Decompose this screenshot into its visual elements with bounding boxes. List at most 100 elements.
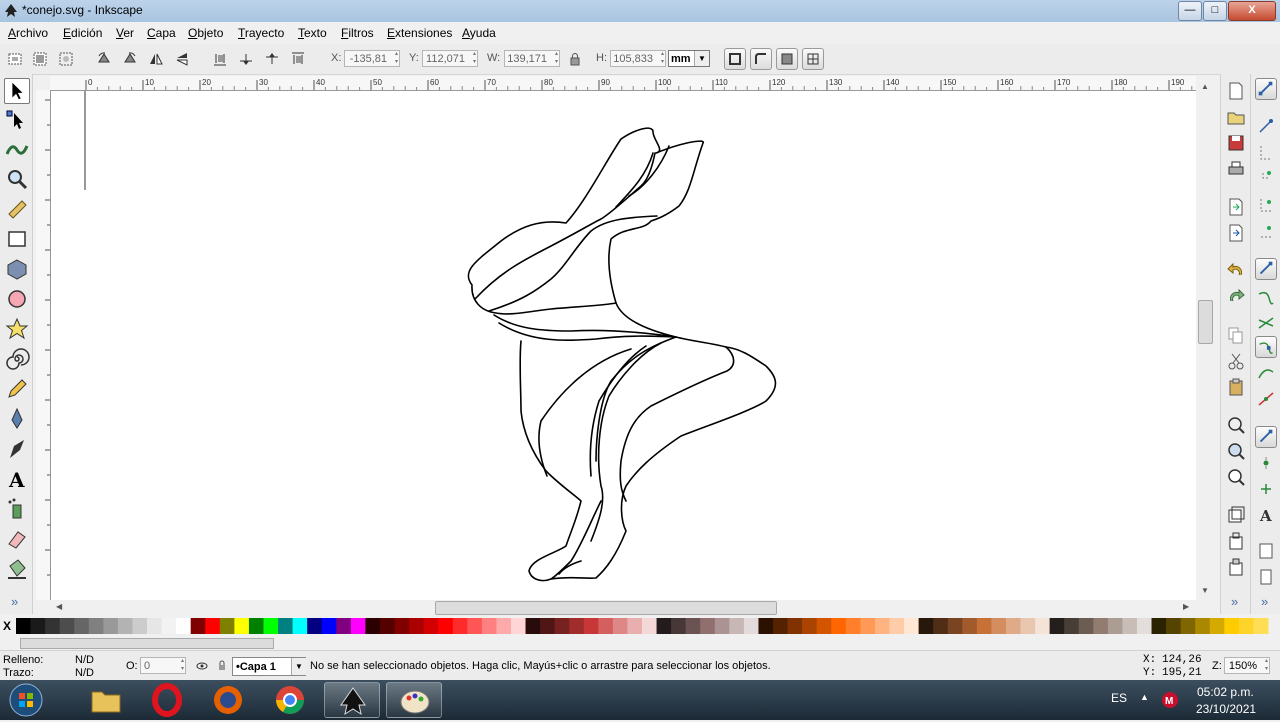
x-field[interactable]: -135,81 (344, 50, 400, 67)
fill-value[interactable]: N/D (75, 654, 94, 666)
palette-swatch[interactable] (860, 618, 876, 634)
palette-swatch[interactable] (321, 618, 337, 634)
cut-icon[interactable] (1225, 350, 1247, 372)
palette-swatch[interactable] (263, 618, 279, 634)
layer-select[interactable]: •Capa 1 ▼ (232, 657, 306, 676)
drawing-canvas[interactable] (51, 91, 1196, 600)
palette-swatch[interactable] (671, 618, 687, 634)
vertical-scrollbar[interactable]: ▲ ▼ (1197, 76, 1213, 600)
palette-swatch[interactable] (379, 618, 396, 634)
snap-bbox-midpoint-icon[interactable] (1255, 194, 1277, 216)
palette-swatch[interactable] (74, 618, 90, 634)
horizontal-scrollbar[interactable]: ◀ ▶ (50, 600, 1197, 616)
snap-intersections-icon[interactable] (1255, 312, 1277, 334)
taskbar-opera[interactable] (139, 682, 195, 718)
palette-swatch[interactable] (816, 618, 832, 634)
snap-bbox-center-icon[interactable] (1255, 220, 1277, 242)
scale-corners-toggle[interactable] (750, 48, 772, 70)
flip-horizontal-icon[interactable] (148, 51, 164, 67)
rotate-ccw-icon[interactable] (96, 51, 112, 67)
redo-icon[interactable] (1225, 286, 1247, 308)
palette-swatch[interactable] (423, 618, 439, 634)
3d-box-tool-icon[interactable] (4, 256, 30, 282)
save-icon[interactable] (1225, 132, 1247, 154)
palette-swatch[interactable] (1180, 618, 1196, 634)
rabbit-drawing[interactable] (51, 91, 1196, 600)
h-field[interactable]: 105,833 (610, 50, 666, 67)
layer-lock-icon[interactable] (216, 660, 228, 672)
move-patterns-toggle[interactable] (802, 48, 824, 70)
palette-swatch[interactable] (1151, 618, 1167, 634)
palette-swatch[interactable] (889, 618, 905, 634)
close-button[interactable]: X (1228, 1, 1276, 21)
palette-swatch[interactable] (758, 618, 774, 634)
snap-page-border-icon[interactable] (1255, 540, 1277, 562)
snap-object-midpoint-icon[interactable] (1255, 452, 1277, 474)
palette-swatch[interactable] (496, 618, 512, 634)
palette-swatch[interactable] (729, 618, 745, 634)
w-field[interactable]: 139,171 (504, 50, 560, 67)
palette-swatch[interactable] (132, 618, 148, 634)
palette-swatch[interactable] (845, 618, 861, 634)
palette-swatch[interactable] (365, 618, 381, 634)
palette-swatch[interactable] (161, 618, 177, 634)
text-tool-icon[interactable]: A (4, 466, 30, 492)
zoom-field[interactable]: 150% (1224, 657, 1270, 674)
scroll-up-icon[interactable]: ▲ (1201, 82, 1209, 91)
palette-swatch[interactable] (30, 618, 46, 634)
palette-swatch[interactable] (1122, 618, 1138, 634)
commands-more-icon[interactable]: » (1231, 594, 1238, 609)
palette-swatch[interactable] (1078, 618, 1094, 634)
palette-swatch[interactable] (787, 618, 803, 634)
toolbox-more-icon[interactable]: » (11, 594, 18, 609)
taskbar-inkscape[interactable] (324, 682, 380, 718)
undo-icon[interactable] (1225, 260, 1247, 282)
select-all-icon[interactable] (7, 51, 23, 67)
palette-swatch[interactable] (1107, 618, 1123, 634)
palette-swatch[interactable] (656, 618, 672, 634)
palette-swatch[interactable] (991, 618, 1007, 634)
pencil-tool-icon[interactable] (4, 376, 30, 402)
horizontal-scroll-thumb[interactable] (435, 601, 777, 615)
palette-swatch[interactable] (510, 618, 527, 634)
zoom-drawing-icon[interactable] (1225, 440, 1247, 462)
ellipse-tool-icon[interactable] (4, 286, 30, 312)
calligraphy-tool-icon[interactable] (4, 436, 30, 462)
palette-swatch[interactable] (292, 618, 308, 634)
rotate-cw-icon[interactable] (122, 51, 138, 67)
taskbar-chrome[interactable] (262, 682, 318, 718)
palette-swatch[interactable] (831, 618, 847, 634)
scroll-right-icon[interactable]: ▶ (1183, 602, 1189, 611)
move-gradients-toggle[interactable] (776, 48, 798, 70)
snap-nodes-icon[interactable] (1255, 258, 1277, 280)
palette-swatch[interactable] (103, 618, 119, 634)
menu-edicion[interactable]: Edición (63, 26, 102, 40)
vertical-scroll-thumb[interactable] (1198, 300, 1213, 344)
menu-texto[interactable]: Texto (298, 26, 327, 40)
snap-enable-icon[interactable] (1255, 78, 1277, 100)
palette-swatch[interactable] (278, 618, 294, 634)
eye-icon[interactable] (196, 660, 208, 672)
unlink-clone-icon[interactable] (1225, 556, 1247, 578)
lower-to-bottom-icon[interactable] (212, 51, 228, 67)
flip-vertical-icon[interactable] (174, 51, 190, 67)
palette-swatch[interactable] (933, 618, 949, 634)
zoom-tool-icon[interactable] (4, 166, 30, 192)
palette-swatch[interactable] (1035, 618, 1051, 634)
palette-swatch[interactable] (147, 618, 163, 634)
snap-midpoint-icon[interactable] (1255, 388, 1277, 410)
copy-icon[interactable] (1225, 324, 1247, 346)
pen-tool-icon[interactable] (4, 406, 30, 432)
zoom-selection-icon[interactable] (1225, 414, 1247, 436)
palette-swatch[interactable] (409, 618, 425, 634)
palette-swatch[interactable] (481, 618, 497, 634)
rabbit-outline[interactable] (467, 127, 777, 582)
palette-swatch[interactable] (45, 618, 61, 634)
export-icon[interactable] (1225, 222, 1247, 244)
snap-paths-icon[interactable] (1255, 286, 1277, 308)
snap-bbox-icon[interactable] (1255, 116, 1277, 138)
rectangle-tool-icon[interactable] (4, 226, 30, 252)
palette-swatch[interactable] (190, 618, 206, 634)
minimize-button[interactable]: — (1178, 1, 1202, 21)
palette-swatch[interactable] (16, 618, 32, 634)
